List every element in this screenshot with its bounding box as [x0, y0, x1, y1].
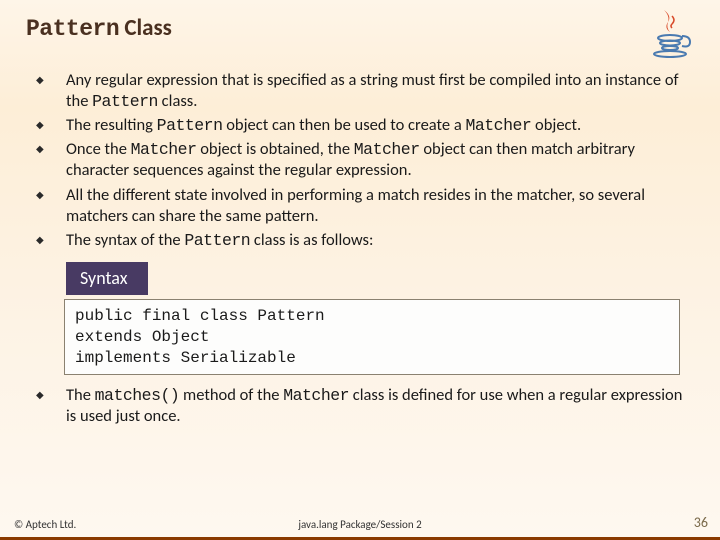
slide-header: Pattern Class — [0, 0, 720, 54]
java-logo-svg — [642, 6, 698, 62]
copyright: © Aptech Ltd. — [14, 518, 76, 531]
list-item: Any regular expression that is specified… — [36, 70, 684, 112]
title-text: Class — [119, 14, 172, 42]
title-code: Pattern — [26, 16, 119, 42]
syntax-code-block: public final class Pattern extends Objec… — [64, 299, 680, 375]
list-item: Once the Matcher object is obtained, the… — [36, 139, 684, 181]
breadcrumb: java.lang Package/Session 2 — [298, 518, 421, 531]
syntax-badge: Syntax — [66, 262, 148, 295]
slide-content: Any regular expression that is specified… — [0, 54, 720, 428]
bullet-list-after: The matches() method of the Matcher clas… — [36, 385, 684, 427]
list-item: The resulting Pattern object can then be… — [36, 115, 684, 136]
list-item: All the different state involved in perf… — [36, 185, 684, 227]
bullet-list-main: Any regular expression that is specified… — [36, 70, 684, 251]
list-item: The matches() method of the Matcher clas… — [36, 385, 684, 427]
page-number: 36 — [694, 514, 708, 531]
java-logo-icon — [642, 6, 698, 62]
page-title: Pattern Class — [26, 14, 720, 42]
list-item: The syntax of the Pattern class is as fo… — [36, 230, 684, 251]
